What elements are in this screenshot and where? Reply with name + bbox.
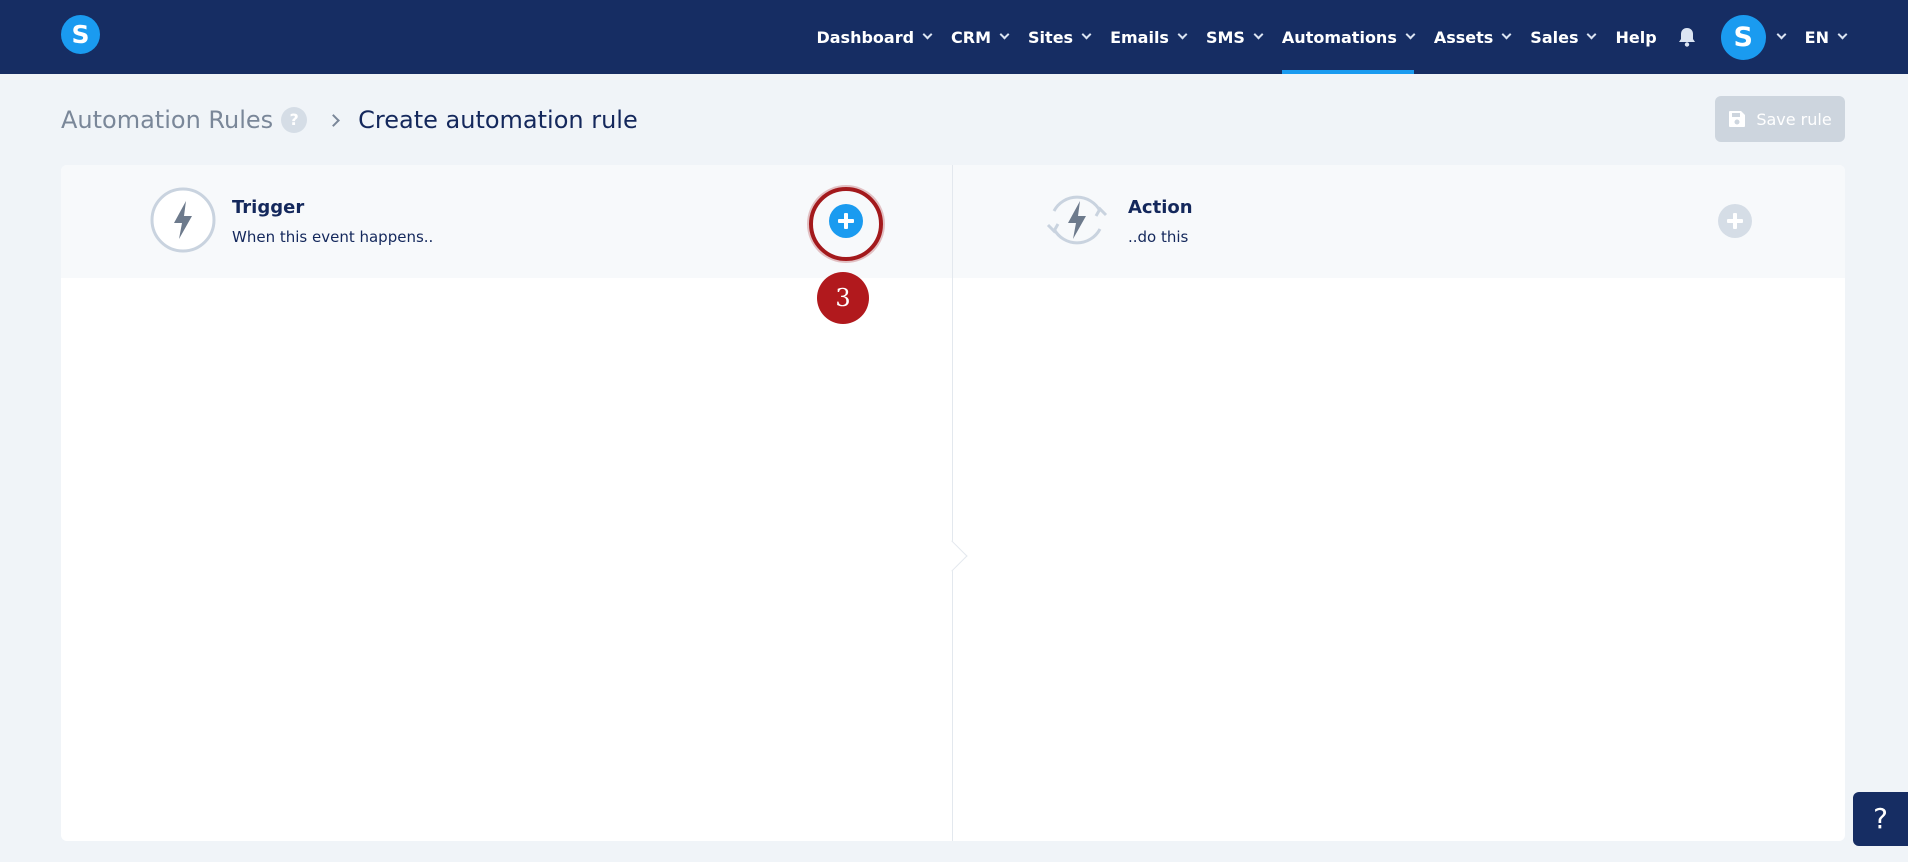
save-rule-button[interactable]: Save rule xyxy=(1715,96,1845,142)
nav-assets[interactable]: Assets xyxy=(1433,0,1512,74)
chevron-down-icon xyxy=(1177,29,1188,40)
save-rule-label: Save rule xyxy=(1756,109,1832,129)
nav-dashboard[interactable]: Dashboard xyxy=(816,0,933,74)
nav-help[interactable]: Help xyxy=(1615,0,1656,74)
top-navbar: S Dashboard CRM Sites Emails SMS Automat… xyxy=(0,0,1908,74)
action-title: Action xyxy=(1128,197,1193,218)
nav-help-label: Help xyxy=(1615,27,1657,47)
save-icon xyxy=(1729,111,1746,127)
chevron-down-icon xyxy=(1081,29,1092,40)
page-title: Create automation rule xyxy=(358,106,638,134)
nav-dashboard-label: Dashboard xyxy=(816,27,915,47)
chevron-down-icon xyxy=(999,29,1010,40)
chevron-down-icon xyxy=(922,29,933,40)
add-action-button[interactable] xyxy=(1718,204,1752,238)
action-panel: Action ..do this xyxy=(953,165,1845,841)
nav-crm[interactable]: CRM xyxy=(951,0,1010,74)
chevron-down-icon xyxy=(1253,29,1264,40)
nav-automations[interactable]: Automations xyxy=(1281,0,1416,74)
action-header: Action ..do this xyxy=(953,165,1845,278)
breadcrumb-automation-rules[interactable]: Automation Rules xyxy=(61,106,273,134)
nav-assets-label: Assets xyxy=(1433,27,1494,47)
nav-emails-label: Emails xyxy=(1110,27,1169,47)
trigger-title: Trigger xyxy=(232,197,305,218)
add-trigger-button[interactable] xyxy=(829,204,863,238)
language-selector[interactable]: EN xyxy=(1804,0,1848,74)
nav-sms-label: SMS xyxy=(1205,27,1245,47)
help-icon[interactable]: ? xyxy=(281,107,308,133)
app-logo[interactable]: S xyxy=(61,15,100,54)
user-avatar[interactable]: S xyxy=(1720,14,1766,60)
lightning-cycle-icon xyxy=(1044,187,1110,253)
chevron-down-icon xyxy=(1587,29,1597,40)
nav-sales-label: Sales xyxy=(1530,27,1579,47)
chevron-down-icon[interactable] xyxy=(1776,29,1787,40)
language-label: EN xyxy=(1804,27,1829,47)
nav-crm-label: CRM xyxy=(951,27,992,47)
bell-icon[interactable] xyxy=(1677,26,1697,48)
trigger-header: Trigger When this event happens.. xyxy=(61,165,952,278)
nav-sites-label: Sites xyxy=(1028,27,1074,47)
trigger-subtitle: When this event happens.. xyxy=(232,228,434,246)
rule-builder-card: Trigger When this event happens.. 3 Acti… xyxy=(61,165,1845,841)
trigger-panel: Trigger When this event happens.. 3 xyxy=(61,165,952,841)
nav-automations-label: Automations xyxy=(1281,27,1397,47)
breadcrumb: Automation Rules ? Create automation rul… xyxy=(61,104,638,136)
chevron-down-icon xyxy=(1501,29,1512,40)
nav-sites[interactable]: Sites xyxy=(1028,0,1092,74)
chevron-right-icon xyxy=(327,113,341,127)
annotation-step-badge: 3 xyxy=(817,272,869,324)
nav-sales[interactable]: Sales xyxy=(1530,0,1597,74)
main-nav: Dashboard CRM Sites Emails SMS Automatio… xyxy=(796,0,1848,74)
nav-emails[interactable]: Emails xyxy=(1110,0,1188,74)
chevron-down-icon xyxy=(1837,29,1848,40)
help-widget-button[interactable]: ? xyxy=(1853,792,1908,846)
action-subtitle: ..do this xyxy=(1128,228,1189,246)
lightning-icon xyxy=(150,187,216,253)
chevron-down-icon xyxy=(1405,29,1416,40)
nav-sms[interactable]: SMS xyxy=(1205,0,1264,74)
